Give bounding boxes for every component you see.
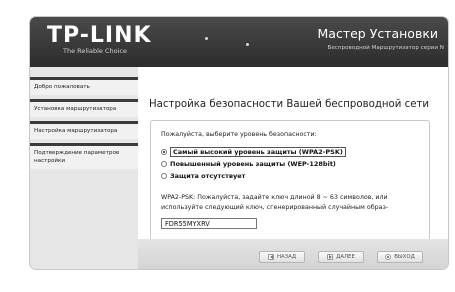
exit-icon (385, 254, 392, 260)
back-button-label: НАЗАД (276, 254, 297, 260)
option-no-security[interactable]: Защита отсутствует (161, 171, 245, 181)
back-button[interactable]: НАЗАД (259, 251, 305, 263)
option-wep-128[interactable]: Повышенный уровень защиты (WEP-128bit) (161, 159, 336, 169)
option-label: Повышенный уровень защиты (WEP-128bit) (170, 160, 336, 168)
sparkle-decoration (205, 37, 208, 40)
radio-icon[interactable] (161, 161, 167, 167)
next-button-label: ДАЛЕЕ (336, 254, 355, 260)
main-content: Настройка безопасности Вашей беспроводно… (138, 67, 448, 254)
security-prompt: Пожалуйста, выберите уровень безопасност… (161, 131, 317, 138)
option-wpa2-psk[interactable]: Самый высокий уровень защиты (WPA2-PSK) (161, 147, 346, 157)
next-button[interactable]: ДАЛЕЕ (318, 251, 364, 263)
sidebar-item-welcome: Добро пожаловать (30, 77, 138, 95)
option-label: Защита отсутствует (170, 172, 246, 180)
back-arrow-icon (267, 254, 274, 260)
wizard-subtitle: Беспроводной Маршрутизатор серии N (327, 45, 444, 51)
radio-icon[interactable] (161, 173, 167, 179)
sparkle-decoration (246, 43, 249, 46)
exit-button-label: ВЫХОД (394, 254, 415, 260)
sidebar-item-router-setup: Настройка маршрутизатора (30, 121, 138, 139)
sidebar-item-confirm-settings: Подтверждение параметров настройки (30, 143, 138, 169)
radio-checked-icon[interactable] (161, 149, 167, 155)
wizard-header: TP-LINK The Reliable Choice Мастер Устан… (30, 17, 448, 67)
brand-tagline: The Reliable Choice (63, 47, 127, 55)
setup-wizard-window: TP-LINK The Reliable Choice Мастер Устан… (30, 17, 448, 269)
sidebar-item-router-install: Установка маршрутизатора (30, 99, 138, 117)
option-label: Самый высокий уровень защиты (WPA2-PSK) (170, 147, 346, 157)
wizard-steps-sidebar: Добро пожаловать Установка маршрутизатор… (30, 67, 138, 269)
page-title: Настройка безопасности Вашей беспроводно… (149, 99, 430, 110)
wpa2-key-input[interactable] (161, 218, 257, 229)
wizard-footer: НАЗАД ДАЛЕЕ ВЫХОД (138, 239, 448, 269)
wpa2-key-note: WPA2-PSK: Пожалуйста, задайте ключ длино… (161, 194, 389, 211)
next-arrow-icon (327, 254, 334, 260)
security-panel: Пожалуйста, выберите уровень безопасност… (150, 120, 430, 254)
wizard-title: Мастер Установки (317, 26, 439, 41)
exit-button[interactable]: ВЫХОД (377, 251, 423, 263)
brand-logo: TP-LINK (47, 23, 152, 48)
